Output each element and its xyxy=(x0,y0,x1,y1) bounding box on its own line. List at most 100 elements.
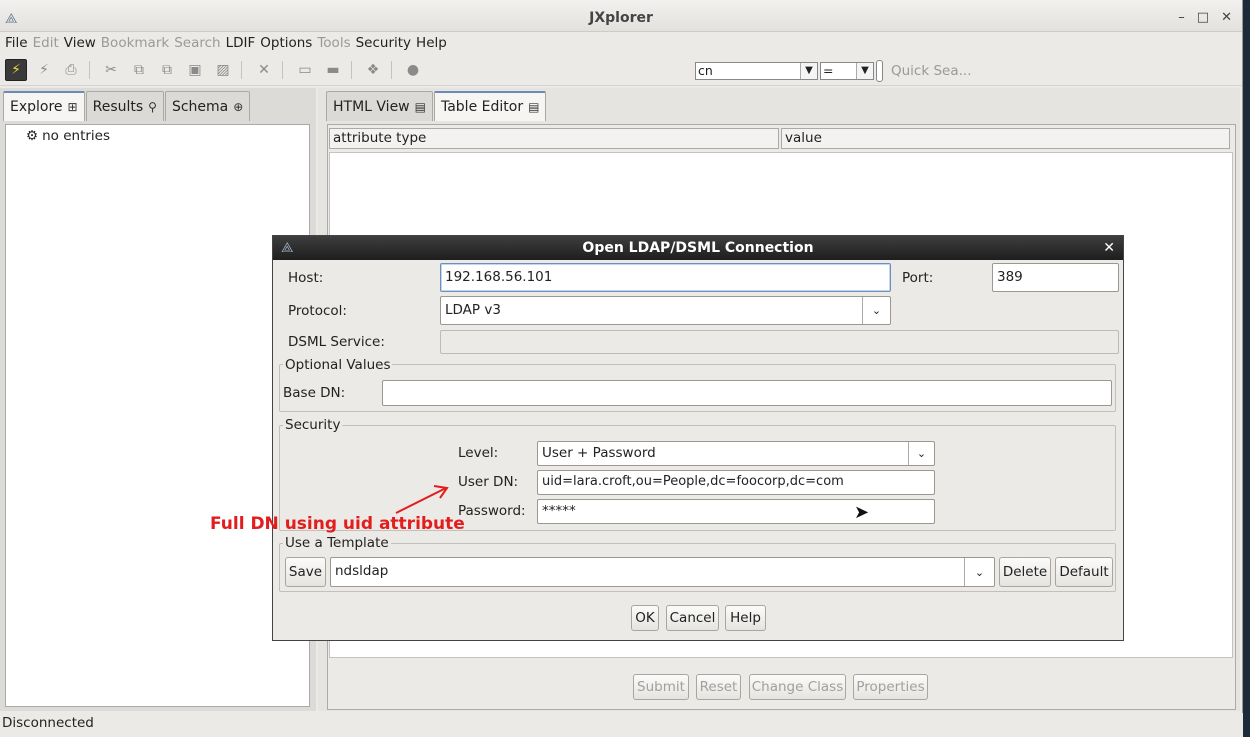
paste-icon[interactable]: ▣ xyxy=(184,59,206,81)
cancel-button[interactable]: Cancel xyxy=(666,605,719,631)
change-class-button[interactable]: Change Class xyxy=(749,674,846,700)
chevron-down-icon: ⌄ xyxy=(862,297,890,324)
toolbar: ⚡ ⚡ ⎙ ✂ ⧉ ⧉ ▣ ▨ ✕ ▭ ▬ ❖ ● cn ▼ = ▼ xyxy=(0,56,1242,86)
user-dn-label: User DN: xyxy=(458,474,519,490)
protocol-value: LDAP v3 xyxy=(445,302,501,318)
tab-html-view[interactable]: HTML View ▤ xyxy=(326,91,433,121)
paste-alias-icon[interactable]: ▨ xyxy=(212,59,234,81)
close-icon[interactable]: ✕ xyxy=(1221,10,1232,25)
protocol-label: Protocol: xyxy=(288,303,347,319)
column-header-value[interactable]: value xyxy=(781,128,1230,149)
quick-search-input[interactable]: Quick Sea... xyxy=(891,63,972,79)
host-label: Host: xyxy=(288,270,324,286)
menu-view[interactable]: View xyxy=(64,35,101,51)
chevron-down-icon: ⌄ xyxy=(964,558,994,586)
security-level-value: User + Password xyxy=(542,445,656,461)
optional-values-title: Optional Values xyxy=(283,357,393,373)
port-label: Port: xyxy=(902,270,934,286)
right-tabs: HTML View ▤ Table Editor ▤ xyxy=(326,91,547,123)
tab-explore[interactable]: Explore ⊞ xyxy=(3,91,85,121)
rename-icon[interactable]: ▬ xyxy=(322,59,344,81)
tab-schema[interactable]: Schema ⊕ xyxy=(164,91,251,121)
menu-ldif[interactable]: LDIF xyxy=(226,35,261,51)
annotation-text: Full DN using uid attribute xyxy=(210,514,465,534)
submit-button[interactable]: Submit xyxy=(633,674,689,700)
menu-edit[interactable]: Edit xyxy=(33,35,64,51)
search-attribute-select[interactable]: cn ▼ xyxy=(695,62,818,80)
template-default-button[interactable]: Default xyxy=(1055,557,1113,587)
copy-icon[interactable]: ⧉ xyxy=(128,59,150,81)
search-attribute-value: cn xyxy=(698,63,713,78)
menu-bookmark[interactable]: Bookmark xyxy=(101,35,174,51)
menu-search[interactable]: Search xyxy=(174,35,225,51)
menu-bar: File Edit View Bookmark Search LDIF Opti… xyxy=(0,32,1242,54)
dsml-service-input[interactable] xyxy=(440,330,1119,354)
tree-view[interactable]: ⚙ no entries xyxy=(5,124,310,707)
connect-icon[interactable]: ⚡ xyxy=(5,59,27,81)
tree-node-icon: ⚙ xyxy=(26,128,39,144)
tab-table-editor[interactable]: Table Editor ▤ xyxy=(433,91,547,121)
new-entry-icon[interactable]: ▭ xyxy=(294,59,316,81)
base-dn-label: Base DN: xyxy=(283,385,346,401)
template-title: Use a Template xyxy=(283,535,391,551)
dialog-title: Open LDAP/DSML Connection xyxy=(582,240,814,256)
search-operator-select[interactable]: = ▼ xyxy=(820,62,874,80)
connection-dialog: ⟁ Open LDAP/DSML Connection ✕ Host: 192.… xyxy=(272,235,1124,641)
binoculars-icon: ⚲ xyxy=(148,99,157,114)
dialog-title-bar: ⟁ Open LDAP/DSML Connection ✕ xyxy=(273,236,1123,260)
menu-options[interactable]: Options xyxy=(260,35,317,51)
refresh-icon[interactable]: ❖ xyxy=(362,59,384,81)
properties-button[interactable]: Properties xyxy=(853,674,928,700)
reset-button[interactable]: Reset xyxy=(696,674,741,700)
print-icon[interactable]: ⎙ xyxy=(60,59,82,81)
template-select[interactable]: ndsldap ⌄ xyxy=(330,557,995,587)
port-input[interactable]: 389 xyxy=(992,263,1119,292)
chevron-down-icon: ⌄ xyxy=(908,442,934,465)
copy-dn-icon[interactable]: ⧉ xyxy=(156,59,178,81)
menu-tools[interactable]: Tools xyxy=(317,35,355,51)
dsml-service-label: DSML Service: xyxy=(288,334,385,350)
menu-file[interactable]: File xyxy=(5,35,33,51)
tab-explore-label: Explore xyxy=(10,99,63,115)
tab-schema-label: Schema xyxy=(171,98,229,115)
ok-button[interactable]: OK xyxy=(631,605,659,631)
protocol-select[interactable]: LDAP v3 ⌄ xyxy=(440,296,891,325)
template-save-button[interactable]: Save xyxy=(285,557,326,587)
app-icon: ⟁ xyxy=(281,240,294,256)
user-dn-input[interactable]: uid=lara.croft,ou=People,dc=foocorp,dc=c… xyxy=(537,470,935,495)
delete-icon[interactable]: ✕ xyxy=(253,59,275,81)
tab-results[interactable]: Results ⚲ xyxy=(85,91,164,121)
left-tabs: Explore ⊞ Results ⚲ Schema ⊕ xyxy=(3,91,251,123)
document-icon: ▤ xyxy=(414,99,426,114)
menu-help[interactable]: Help xyxy=(416,35,452,51)
close-icon[interactable]: ✕ xyxy=(1103,236,1115,260)
window-title: JXplorer xyxy=(589,10,653,26)
cut-icon[interactable]: ✂ xyxy=(100,59,122,81)
base-dn-input[interactable] xyxy=(382,380,1112,406)
tab-results-label: Results xyxy=(92,98,144,115)
stop-icon[interactable]: ● xyxy=(402,59,424,81)
minimize-icon[interactable]: – xyxy=(1178,10,1185,25)
mouse-cursor-icon: ➤ xyxy=(854,502,870,523)
password-label: Password: xyxy=(458,503,526,519)
help-button[interactable]: Help xyxy=(725,605,766,631)
tree-icon: ⊞ xyxy=(67,100,78,114)
security-title: Security xyxy=(283,417,343,433)
document-icon: ▤ xyxy=(528,100,540,114)
tab-table-editor-label: Table Editor xyxy=(440,99,524,115)
password-input[interactable]: ***** xyxy=(537,499,935,524)
search-operator-value: = xyxy=(823,63,834,78)
maximize-icon[interactable]: □ xyxy=(1197,10,1209,25)
column-header-attribute-type[interactable]: attribute type xyxy=(329,128,779,149)
host-input[interactable]: 192.168.56.101 xyxy=(440,263,891,292)
chevron-down-icon: ▼ xyxy=(800,63,817,79)
schema-icon: ⊕ xyxy=(233,99,244,114)
chevron-down-icon: ▼ xyxy=(856,63,873,79)
template-delete-button[interactable]: Delete xyxy=(999,557,1051,587)
status-bar: Disconnected xyxy=(0,713,1243,737)
search-field-edge[interactable] xyxy=(876,60,883,82)
tree-empty-text: no entries xyxy=(42,128,111,144)
security-level-select[interactable]: User + Password ⌄ xyxy=(537,441,935,466)
disconnect-icon[interactable]: ⚡ xyxy=(33,59,55,81)
menu-security[interactable]: Security xyxy=(356,35,416,51)
